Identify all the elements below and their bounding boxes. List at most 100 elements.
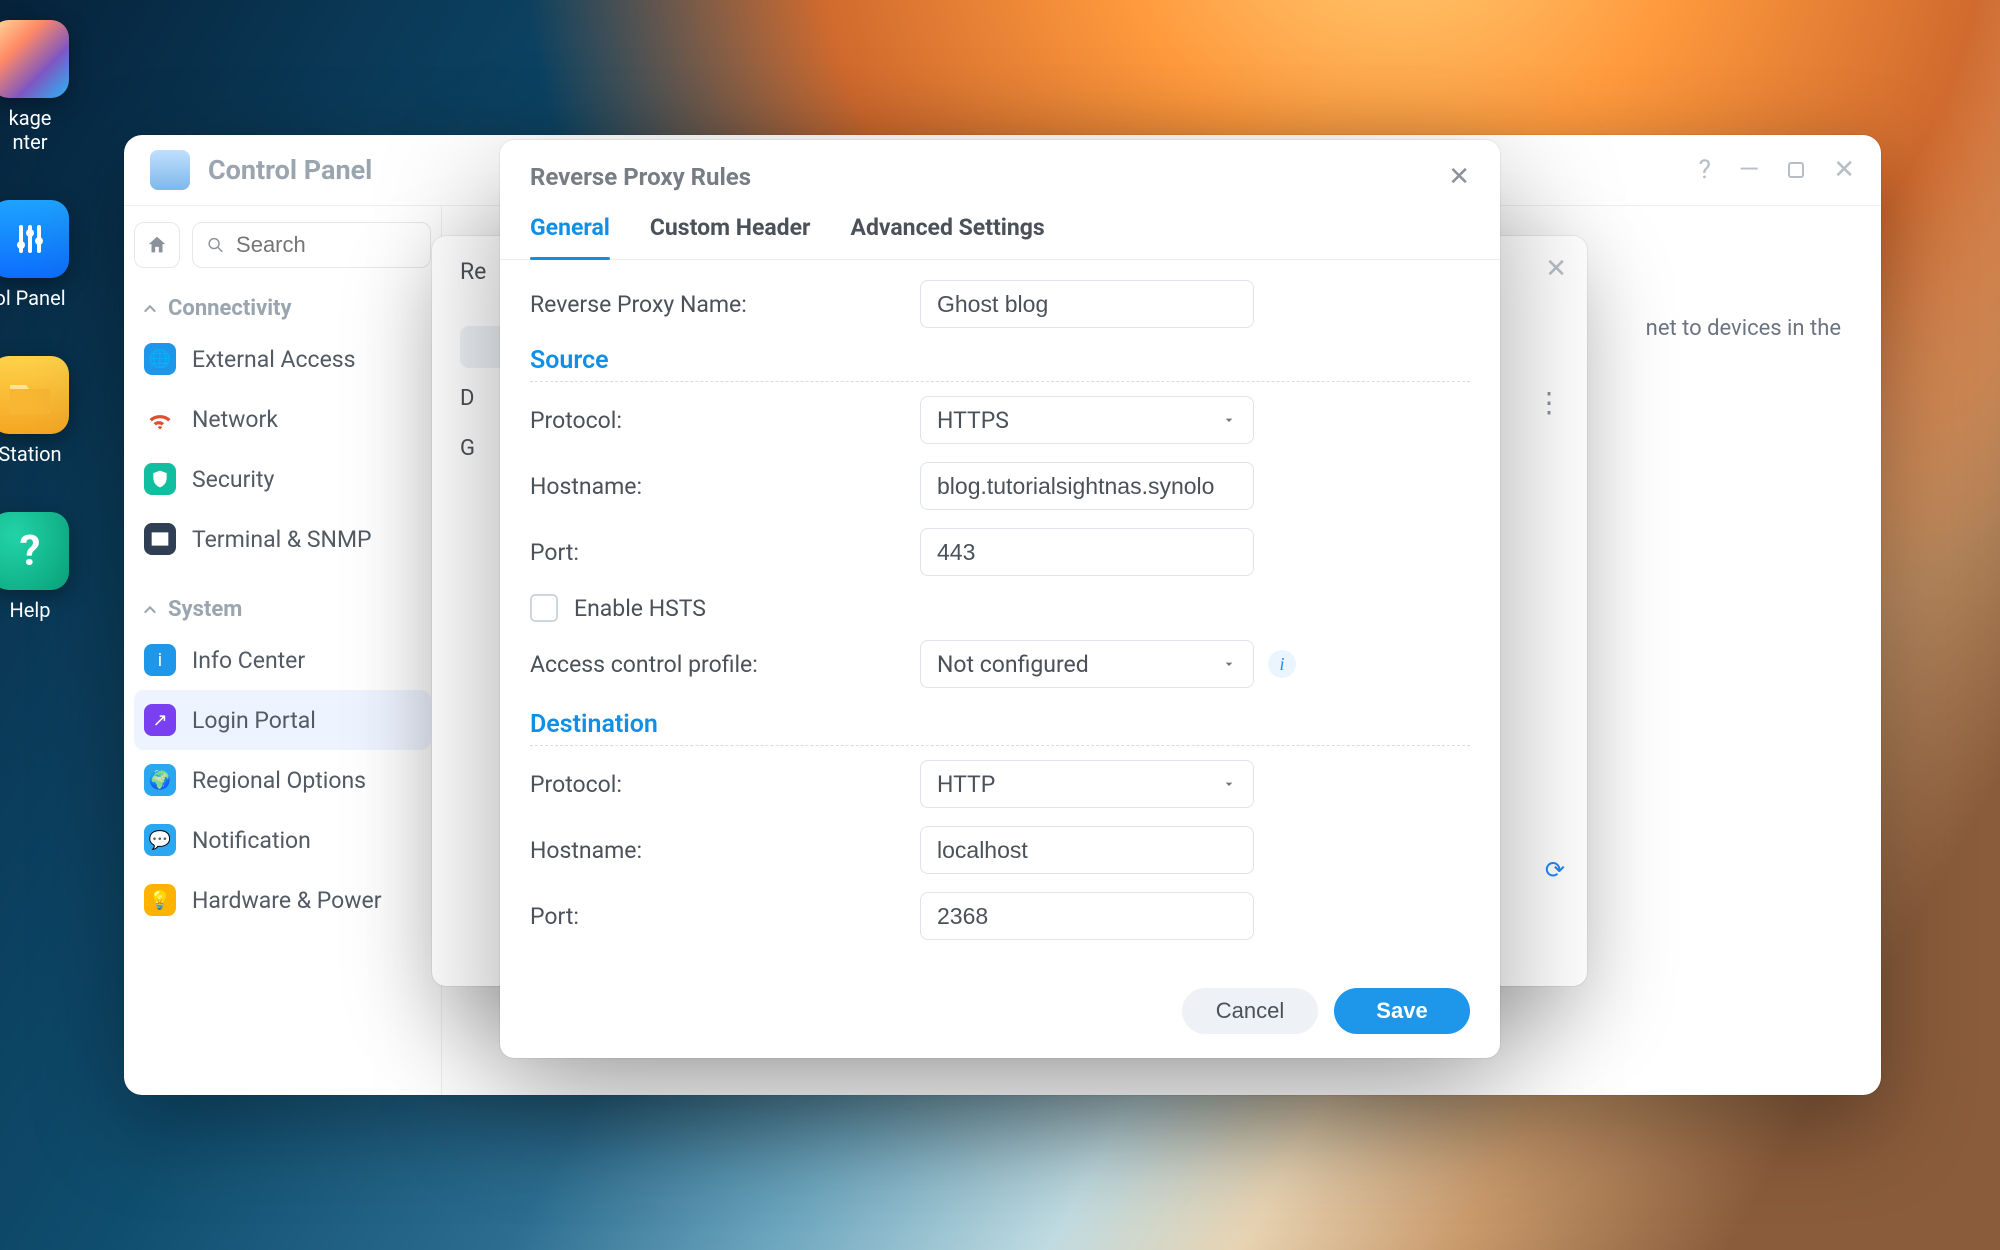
sidebar-item-external-access[interactable]: 🌐 External Access [134,329,431,389]
window-title: Control Panel [208,154,372,186]
info-icon: i [144,644,176,676]
sidebar-item-hardware-power[interactable]: 💡 Hardware & Power [134,870,431,930]
desktop-icon-help[interactable]: ? Help [0,512,100,622]
shield-icon [144,463,176,495]
sidebar-item-label: Hardware & Power [192,887,382,914]
cancel-button[interactable]: Cancel [1182,988,1318,1034]
select-value: Not configured [937,651,1089,678]
desktop-icon-file-station[interactable]: Station [0,356,100,466]
home-icon [146,234,168,256]
search-input[interactable] [234,231,416,259]
more-button[interactable]: ⋮ [1533,386,1565,418]
sidebar-item-regional-options[interactable]: 🌍 Regional Options [134,750,431,810]
tab-general[interactable]: General [530,214,610,259]
control-panel-app-icon [150,150,190,190]
network-icon [144,403,176,435]
sidebar-item-label: Network [192,406,278,433]
label-src-protocol: Protocol: [530,407,920,434]
sidebar-item-label: Login Portal [192,707,316,734]
search-icon [207,235,224,255]
tab-custom-header[interactable]: Custom Header [650,214,811,259]
help-icon: ? [0,512,69,590]
package-center-icon [0,20,69,98]
globe-icon: 🌐 [144,343,176,375]
bulb-icon: 💡 [144,884,176,916]
sidebar-item-label: Terminal & SNMP [192,526,372,553]
file-station-icon [0,356,69,434]
chevron-up-icon [142,301,158,317]
desktop-icon-label: kage nter [9,106,52,154]
regional-icon: 🌍 [144,764,176,796]
sidebar-item-label: Regional Options [192,767,366,794]
notification-icon: 💬 [144,824,176,856]
checkbox-enable-hsts[interactable] [530,594,558,622]
input-dst-port[interactable] [920,892,1254,940]
label-src-hostname: Hostname: [530,473,920,500]
home-button[interactable] [134,222,180,268]
chevron-down-icon [1221,776,1237,792]
minimize-button[interactable]: — [1739,155,1759,185]
desktop-icon-package-center[interactable]: kage nter [0,20,100,154]
desktop-icon-control-panel[interactable]: ol Panel [0,200,100,310]
label-proxy-name: Reverse Proxy Name: [530,291,920,318]
search-box[interactable] [192,222,431,268]
select-value: HTTP [937,771,995,798]
sidebar-item-notification[interactable]: 💬 Notification [134,810,431,870]
select-dst-protocol[interactable]: HTTP [920,760,1254,808]
close-button[interactable]: ✕ [1448,162,1470,192]
tab-advanced-settings[interactable]: Advanced Settings [850,214,1044,259]
select-src-protocol[interactable]: HTTPS [920,396,1254,444]
reverse-proxy-modal: Reverse Proxy Rules ✕ General Custom Hea… [500,140,1500,1058]
sidebar-group-label: Connectivity [168,296,292,321]
sidebar-item-label: Notification [192,827,311,854]
divider [530,381,1470,382]
sidebar-item-info-center[interactable]: i Info Center [134,630,431,690]
sidebar-item-security[interactable]: Security [134,449,431,509]
sidebar-group-label: System [168,597,242,622]
close-button[interactable]: ✕ [1833,155,1855,185]
label-dst-hostname: Hostname: [530,837,920,864]
section-destination: Destination [530,710,1470,739]
sidebar-group-connectivity[interactable]: Connectivity [134,288,431,329]
save-button[interactable]: Save [1334,988,1470,1034]
divider [530,745,1470,746]
label-enable-hsts: Enable HSTS [574,595,706,622]
help-button[interactable]: ? [1699,155,1711,185]
input-dst-hostname[interactable] [920,826,1254,874]
desktop-icon-label: Station [0,442,62,466]
help-text-fragment: net to devices in the [1646,316,1841,341]
sidebar-item-network[interactable]: Network [134,389,431,449]
sidebar-group-system[interactable]: System [134,589,431,630]
input-src-hostname[interactable] [920,462,1254,510]
info-button[interactable]: i [1268,650,1296,678]
modal-tabs: General Custom Header Advanced Settings [500,192,1500,260]
chevron-up-icon [142,602,158,618]
desktop-icon-label: ol Panel [0,286,66,310]
chevron-down-icon [1221,656,1237,672]
login-portal-icon: ↗ [144,704,176,736]
label-access-profile: Access control profile: [530,651,920,678]
maximize-button[interactable] [1787,161,1805,179]
row-letter-g: G [460,436,475,461]
label-dst-protocol: Protocol: [530,771,920,798]
sidebar-item-label: Security [192,466,274,493]
sidebar: Connectivity 🌐 External Access Network [124,206,442,1095]
input-src-port[interactable] [920,528,1254,576]
refresh-button[interactable]: ⟳ [1545,856,1565,884]
input-proxy-name[interactable] [920,280,1254,328]
modal-title: Reverse Proxy Rules [530,163,751,191]
select-value: HTTPS [937,407,1009,434]
sidebar-item-terminal[interactable]: Terminal & SNMP [134,509,431,569]
terminal-icon [144,523,176,555]
select-access-profile[interactable]: Not configured [920,640,1254,688]
desktop-icon-label: Help [10,598,51,622]
label-dst-port: Port: [530,903,920,930]
section-source: Source [530,346,1470,375]
chevron-down-icon [1221,412,1237,428]
label-src-port: Port: [530,539,920,566]
desktop-icons: kage nter ol Panel Station ? Help [0,20,100,668]
modal-title-fragment: Re [460,258,486,285]
sidebar-item-login-portal[interactable]: ↗ Login Portal [134,690,431,750]
sidebar-item-label: Info Center [192,647,305,674]
close-button[interactable]: ✕ [1545,254,1567,284]
